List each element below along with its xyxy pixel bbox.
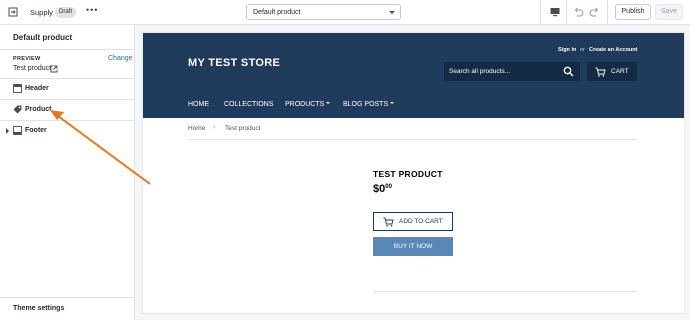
exit-icon[interactable] — [8, 7, 18, 17]
preview-product-name: Test product — [13, 65, 52, 72]
change-preview-link[interactable]: Change — [108, 55, 133, 62]
store-header: MY TEST STORE Sign in or Create an Accou… — [143, 33, 684, 118]
tag-icon — [13, 105, 22, 114]
cart-icon — [595, 67, 606, 77]
cart-label: CART — [611, 67, 629, 75]
or-text: or — [580, 47, 585, 53]
divider — [566, 0, 567, 25]
create-account-link[interactable]: Create an Account — [589, 47, 637, 53]
breadcrumb-home[interactable]: Home — [188, 125, 205, 132]
chevron-down-icon — [326, 102, 331, 104]
divider — [188, 139, 637, 140]
external-link-icon[interactable] — [50, 65, 58, 73]
breadcrumb-current: Test product — [225, 125, 261, 132]
divider — [0, 49, 134, 50]
chevron-down-icon — [390, 102, 395, 104]
template-select[interactable]: Default product — [246, 4, 401, 20]
search-icon[interactable] — [563, 66, 574, 77]
nav-home[interactable]: HOME — [188, 101, 209, 108]
nav-products-label: PRODUCTS — [285, 101, 325, 108]
save-button[interactable]: Save — [655, 4, 683, 20]
publish-button[interactable]: Publish — [615, 4, 651, 20]
header-section-icon — [13, 84, 22, 93]
add-to-cart-button[interactable]: ADD TO CART — [373, 212, 453, 231]
store-search-input[interactable]: Search all products... — [444, 62, 580, 81]
nav-blog-posts[interactable]: BLOG POSTS — [343, 101, 395, 108]
store-preview: MY TEST STORE Sign in or Create an Accou… — [143, 33, 684, 313]
undo-icon[interactable] — [573, 6, 584, 17]
preview-label: PREVIEW — [13, 56, 41, 62]
divider — [540, 0, 541, 25]
sidebar-item-footer[interactable]: Footer — [0, 121, 134, 141]
divider — [0, 297, 134, 298]
theme-name: Supply — [30, 8, 53, 17]
desktop-preview-icon[interactable] — [550, 7, 560, 17]
product-title: TEST PRODUCT — [373, 169, 443, 179]
nav-blog-posts-label: BLOG POSTS — [343, 101, 389, 108]
nav-collections[interactable]: COLLECTIONS — [224, 101, 273, 108]
search-placeholder: Search all products... — [449, 67, 511, 75]
editor-top-bar: Supply Draft ••• Default product Publish… — [0, 0, 690, 25]
sidebar-title: Default product — [13, 33, 73, 42]
more-actions-button[interactable]: ••• — [86, 5, 98, 15]
price-cents: 00 — [385, 184, 392, 190]
price-main: $0 — [373, 183, 386, 195]
sidebar-item-header[interactable]: Header — [0, 79, 134, 99]
sidebar-item-product[interactable]: Product — [0, 100, 134, 120]
cart-icon — [383, 217, 394, 227]
divider — [373, 291, 637, 292]
redo-icon[interactable] — [589, 6, 600, 17]
buy-it-now-button[interactable]: BUY IT NOW — [373, 237, 453, 256]
footer-section-icon — [13, 126, 22, 135]
expand-caret-icon[interactable] — [6, 128, 9, 134]
sidebar-item-label: Product — [25, 106, 52, 113]
sidebar-item-label: Header — [25, 85, 49, 92]
theme-settings-link[interactable]: Theme settings — [13, 305, 64, 312]
divider — [607, 0, 608, 25]
sign-in-link[interactable]: Sign in — [558, 47, 576, 53]
chevron-down-icon — [389, 11, 395, 14]
sections-sidebar: Default product PREVIEW Change Test prod… — [0, 25, 135, 320]
sidebar-item-label: Footer — [25, 127, 47, 134]
breadcrumb-separator: › — [213, 124, 216, 131]
cart-button[interactable]: CART — [587, 62, 637, 81]
status-badge: Draft — [55, 7, 77, 18]
template-select-value: Default product — [253, 8, 301, 16]
nav-products[interactable]: PRODUCTS — [285, 101, 331, 108]
product-price: $000 — [373, 183, 392, 195]
add-to-cart-label: ADD TO CART — [399, 218, 443, 225]
store-logo[interactable]: MY TEST STORE — [188, 57, 280, 69]
